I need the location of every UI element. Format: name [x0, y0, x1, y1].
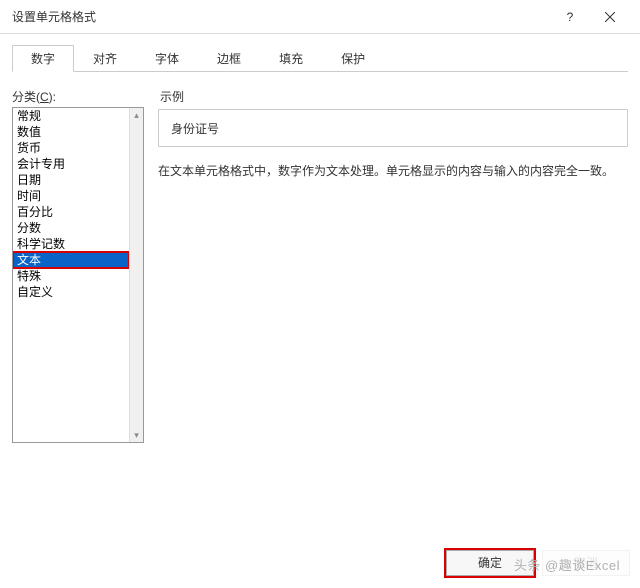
title-bar: 设置单元格格式 ? [0, 0, 640, 34]
category-item[interactable]: 百分比 [13, 204, 129, 220]
category-item[interactable]: 分数 [13, 220, 129, 236]
close-button[interactable] [590, 3, 630, 31]
category-listbox[interactable]: 常规数值货币会计专用日期时间百分比分数科学记数文本特殊自定义 ▴ ▾ [12, 107, 144, 443]
tab-3[interactable]: 边框 [198, 45, 260, 72]
cancel-button[interactable]: 取消 [542, 550, 630, 576]
category-item[interactable]: 文本 [13, 251, 129, 269]
tab-2[interactable]: 字体 [136, 45, 198, 72]
sample-label: 示例 [160, 88, 628, 105]
help-button[interactable]: ? [550, 3, 590, 31]
scroll-up-icon[interactable]: ▴ [130, 108, 143, 122]
category-item[interactable]: 货币 [13, 140, 129, 156]
tab-5[interactable]: 保护 [322, 45, 384, 72]
tab-bar: 数字对齐字体边框填充保护 [12, 44, 628, 72]
scroll-down-icon[interactable]: ▾ [130, 428, 143, 442]
category-item[interactable]: 特殊 [13, 268, 129, 284]
dialog-footer: 确定 取消 [446, 550, 630, 576]
window-title: 设置单元格格式 [12, 8, 550, 25]
tab-0[interactable]: 数字 [12, 45, 74, 72]
ok-button[interactable]: 确定 [446, 550, 534, 576]
question-icon: ? [567, 10, 574, 24]
tab-4[interactable]: 填充 [260, 45, 322, 72]
category-item[interactable]: 时间 [13, 188, 129, 204]
category-item[interactable]: 常规 [13, 108, 129, 124]
format-description: 在文本单元格格式中，数字作为文本处理。单元格显示的内容与输入的内容完全一致。 [158, 161, 628, 181]
close-icon [605, 12, 615, 22]
sample-value: 身份证号 [171, 122, 219, 136]
category-item[interactable]: 科学记数 [13, 236, 129, 252]
category-item[interactable]: 日期 [13, 172, 129, 188]
tab-1[interactable]: 对齐 [74, 45, 136, 72]
category-item[interactable]: 自定义 [13, 284, 129, 300]
category-label: 分类(C): [12, 88, 144, 105]
category-item[interactable]: 会计专用 [13, 156, 129, 172]
scrollbar[interactable]: ▴ ▾ [129, 108, 143, 442]
sample-box: 身份证号 [158, 109, 628, 147]
category-item[interactable]: 数值 [13, 124, 129, 140]
